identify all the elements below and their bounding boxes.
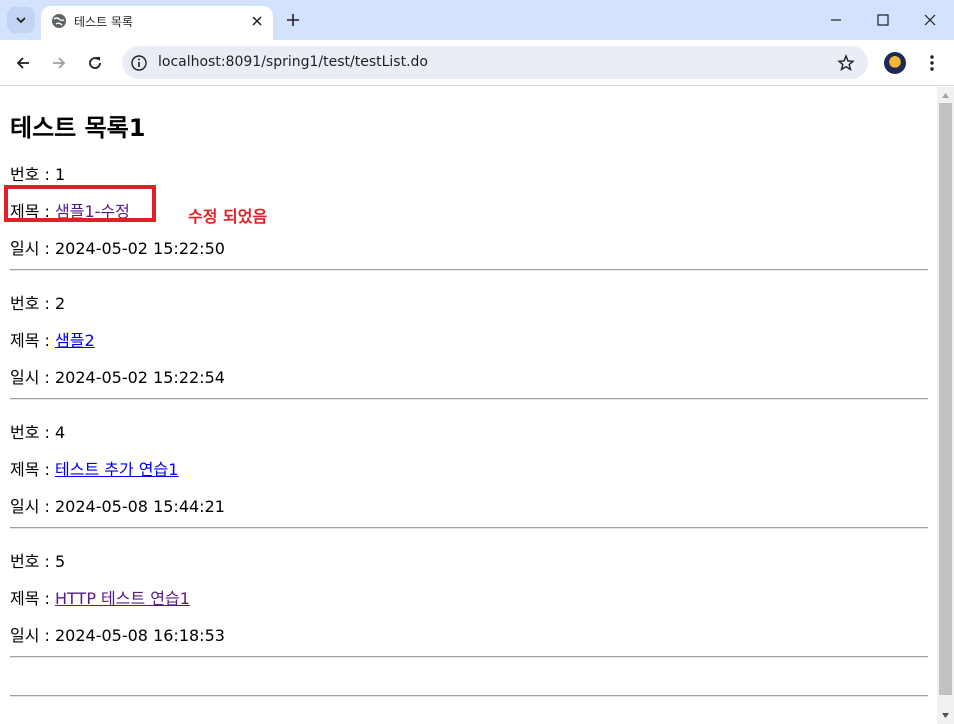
tab-search-button[interactable] bbox=[7, 7, 35, 33]
bookmark-star-icon[interactable] bbox=[836, 53, 856, 73]
record-number: 번호 : 2 bbox=[10, 294, 66, 313]
divider bbox=[10, 656, 928, 658]
page-viewport: 테스트 목록1 번호 : 1 제목 : 샘플1-수정 일시 : 2024-05-… bbox=[0, 87, 937, 724]
record-date: 일시 : 2024-05-08 15:44:21 bbox=[10, 497, 225, 516]
title-label: 제목 : bbox=[10, 589, 56, 608]
annotation-text: 수정 되었음 bbox=[188, 207, 268, 226]
divider bbox=[10, 695, 928, 697]
record-title-link[interactable]: 샘플2 bbox=[55, 331, 95, 350]
record-title-link[interactable]: 테스트 추가 연습1 bbox=[55, 460, 178, 479]
record-date: 일시 : 2024-05-08 16:18:53 bbox=[10, 626, 225, 645]
scroll-down-arrow-icon[interactable] bbox=[941, 711, 950, 720]
more-menu-icon[interactable] bbox=[922, 53, 942, 73]
minimize-icon[interactable] bbox=[826, 10, 846, 30]
chevron-down-icon bbox=[16, 17, 26, 24]
close-tab-icon[interactable] bbox=[249, 13, 265, 29]
record-title-link[interactable]: HTTP 테스트 연습1 bbox=[55, 589, 190, 608]
record-title-line: 제목 : HTTP 테스트 연습1 bbox=[10, 585, 190, 609]
record-number: 번호 : 4 bbox=[10, 423, 66, 442]
globe-icon bbox=[52, 14, 66, 28]
record-date: 일시 : 2024-05-02 15:22:50 bbox=[10, 239, 225, 258]
tab-title: 테스트 목록 bbox=[74, 15, 134, 29]
scrollbar-thumb[interactable] bbox=[939, 103, 952, 695]
record-title-line: 제목 : 샘플2 bbox=[10, 327, 95, 351]
new-tab-icon[interactable] bbox=[284, 11, 302, 29]
active-tab[interactable]: 테스트 목록 bbox=[41, 6, 273, 40]
title-label: 제목 : bbox=[10, 331, 56, 350]
divider bbox=[10, 398, 928, 400]
back-arrow-icon[interactable] bbox=[13, 53, 33, 73]
site-info-icon[interactable] bbox=[130, 54, 148, 72]
divider bbox=[10, 269, 928, 271]
vertical-scrollbar[interactable] bbox=[937, 87, 954, 724]
maximize-icon[interactable] bbox=[873, 10, 893, 30]
reload-icon[interactable] bbox=[85, 53, 105, 73]
record-number: 번호 : 5 bbox=[10, 552, 66, 571]
page-title: 테스트 목록1 bbox=[10, 114, 146, 142]
highlight-box bbox=[4, 185, 156, 222]
profile-avatar[interactable] bbox=[884, 52, 906, 74]
browser-toolbar: localhost:8091/spring1/test/testList.do bbox=[0, 40, 954, 86]
scroll-up-arrow-icon[interactable] bbox=[941, 91, 950, 100]
url-text[interactable]: localhost:8091/spring1/test/testList.do bbox=[158, 54, 428, 70]
tab-strip: 테스트 목록 bbox=[0, 0, 954, 40]
record-number: 번호 : 1 bbox=[10, 165, 66, 184]
divider bbox=[10, 527, 928, 529]
close-window-icon[interactable] bbox=[920, 10, 940, 30]
record-title-line: 제목 : 테스트 추가 연습1 bbox=[10, 456, 178, 480]
title-label: 제목 : bbox=[10, 460, 56, 479]
forward-arrow-icon[interactable] bbox=[49, 53, 69, 73]
address-bar[interactable]: localhost:8091/spring1/test/testList.do bbox=[122, 46, 868, 79]
record-date: 일시 : 2024-05-02 15:22:54 bbox=[10, 368, 225, 387]
